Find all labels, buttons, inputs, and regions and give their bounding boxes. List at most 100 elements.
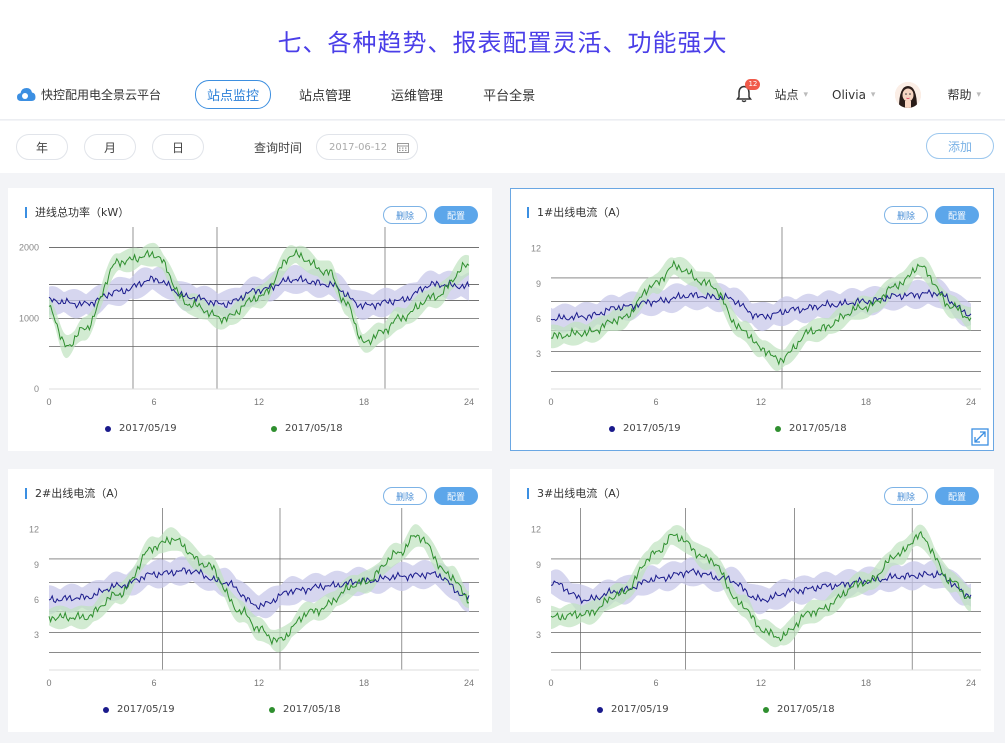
chart-plot: 3 6 9 12 0 6 12 18 24 <box>29 508 479 688</box>
avatar[interactable] <box>895 81 922 108</box>
legend-item-s2[interactable]: 2017/05/18 <box>271 423 343 434</box>
x-tick-label: 6 <box>151 678 156 688</box>
x-tick-label: 12 <box>254 397 264 407</box>
chart-card-outgoing-2: 2#出线电流（A） 删除 配置 3 6 9 12 0 6 12 18 24 2017/05/19… <box>8 469 492 732</box>
year-button[interactable]: 年 <box>16 134 68 160</box>
x-tick-label: 6 <box>151 397 156 407</box>
day-button[interactable]: 日 <box>152 134 204 160</box>
y-tick-label: 3 <box>536 349 541 359</box>
y-tick-label: 12 <box>531 525 541 535</box>
x-tick-label: 0 <box>548 397 553 407</box>
nav-item-platform-overview[interactable]: 平台全景 <box>471 80 547 109</box>
help-label: 帮助 <box>947 88 972 102</box>
legend-dot <box>597 706 603 713</box>
x-tick-label: 0 <box>46 678 51 688</box>
month-button[interactable]: 月 <box>84 134 136 160</box>
x-tick-label: 24 <box>464 397 474 407</box>
avatar-image <box>895 81 922 108</box>
legend-label: 2017/05/18 <box>283 704 341 715</box>
chevron-down-icon: ▾ <box>976 89 981 100</box>
top-navigation-bar: 快控配用电全景云平台 站点监控 站点管理 运维管理 平台全景 12 站点 ▾ O… <box>0 70 1005 120</box>
x-tick-label: 24 <box>966 397 976 407</box>
legend-item-s1[interactable]: 2017/05/19 <box>609 423 681 434</box>
legend-label: 2017/05/19 <box>117 704 175 715</box>
nav-item-site-management[interactable]: 站点管理 <box>287 80 363 109</box>
user-dropdown[interactable]: Olivia ▾ <box>832 88 875 102</box>
y-tick-label: 12 <box>531 244 541 254</box>
x-tick-label: 18 <box>359 678 369 688</box>
x-tick-label: 18 <box>861 678 871 688</box>
page-banner: 七、各种趋势、报表配置灵活、功能强大 <box>0 0 1005 80</box>
chevron-down-icon: ▾ <box>870 89 876 100</box>
header-right: 12 站点 ▾ Olivia ▾ 帮助 ▾ <box>736 78 1005 108</box>
y-tick-label: 9 <box>536 560 541 570</box>
x-tick-label: 6 <box>653 397 658 407</box>
y-tick-label: 9 <box>536 279 541 289</box>
x-tick-label: 0 <box>548 678 553 688</box>
legend-item-s2[interactable]: 2017/05/18 <box>775 423 847 434</box>
app-logo[interactable]: 快控配用电全景云平台 <box>16 86 161 104</box>
y-tick-label: 0 <box>34 384 39 394</box>
legend-item-s1[interactable]: 2017/05/19 <box>103 704 175 715</box>
legend-dot <box>269 706 275 713</box>
legend-item-s2[interactable]: 2017/05/18 <box>269 704 341 715</box>
y-tick-label: 6 <box>536 595 541 605</box>
site-dropdown[interactable]: 站点 ▾ <box>774 86 808 103</box>
legend-dot <box>271 425 277 432</box>
x-tick-label: 12 <box>756 397 766 407</box>
legend-label: 2017/05/19 <box>611 704 669 715</box>
legend-dot <box>105 425 111 432</box>
x-tick-label: 24 <box>464 678 474 688</box>
main-nav: 站点监控 站点管理 运维管理 平台全景 <box>195 80 563 109</box>
nav-item-site-monitoring[interactable]: 站点监控 <box>195 80 272 109</box>
chart-plot: 3 6 9 12 0 6 12 18 24 <box>531 508 981 688</box>
notification-badge: 12 <box>745 78 761 90</box>
chart-plot: 3 6 9 12 0 6 12 18 24 <box>531 227 981 407</box>
legend-label: 2017/05/18 <box>777 704 835 715</box>
y-tick-label: 12 <box>29 525 39 535</box>
expand-icon[interactable] <box>971 428 989 446</box>
x-tick-label: 18 <box>359 397 369 407</box>
calendar-icon <box>397 143 410 153</box>
site-dropdown-label: 站点 <box>774 88 799 102</box>
y-tick-label: 2000 <box>19 243 39 253</box>
cloud-icon <box>17 87 36 101</box>
x-tick-label: 6 <box>653 678 658 688</box>
y-tick-label: 1000 <box>19 313 39 323</box>
legend-label: 2017/05/19 <box>623 423 681 434</box>
x-tick-label: 12 <box>756 678 766 688</box>
y-tick-label: 3 <box>34 630 39 640</box>
nav-item-operations[interactable]: 运维管理 <box>379 80 455 109</box>
chart-card-outgoing-1: 1#出线电流（A） 删除 配置 3 6 9 12 0 6 12 18 24 2017/05/19… <box>510 188 994 451</box>
legend-dot <box>103 706 109 713</box>
chart-card-incoming-power: 进线总功率（kW） 删除 配置 0 1000 2000 0 6 12 18 24 2017/0… <box>8 188 492 451</box>
legend-item-s2[interactable]: 2017/05/18 <box>763 704 835 715</box>
app-name: 快控配用电全景云平台 <box>41 88 162 102</box>
date-picker[interactable]: 2017-06-12 <box>316 134 419 160</box>
legend-item-s1[interactable]: 2017/05/19 <box>105 423 177 434</box>
chevron-down-icon: ▾ <box>803 89 809 100</box>
y-tick-label: 3 <box>536 630 541 640</box>
legend-item-s1[interactable]: 2017/05/19 <box>597 704 669 715</box>
chart-card-outgoing-3: 3#出线电流（A） 删除 配置 3 6 9 12 0 6 12 18 24 2017/05/19… <box>510 469 994 732</box>
x-tick-label: 24 <box>966 678 976 688</box>
y-tick-label: 6 <box>34 595 39 605</box>
legend-dot <box>763 706 769 713</box>
filter-bar: 年 月 日 查询时间 2017-06-12 添加 <box>0 121 1005 173</box>
help-dropdown[interactable]: 帮助 ▾ <box>947 86 981 103</box>
add-button[interactable]: 添加 <box>926 133 994 159</box>
legend-label: 2017/05/19 <box>119 423 177 434</box>
user-name: Olivia <box>832 87 866 102</box>
legend-label: 2017/05/18 <box>789 423 847 434</box>
legend-label: 2017/05/18 <box>285 423 343 434</box>
x-tick-label: 0 <box>46 397 51 407</box>
notification-button[interactable]: 12 <box>736 78 761 105</box>
legend-dot <box>609 425 615 432</box>
x-tick-label: 12 <box>254 678 264 688</box>
x-tick-label: 18 <box>861 397 871 407</box>
banner-title: 七、各种趋势、报表配置灵活、功能强大 <box>277 28 728 57</box>
date-value: 2017-06-12 <box>329 141 388 153</box>
y-tick-label: 9 <box>34 560 39 570</box>
y-tick-label: 6 <box>536 314 541 324</box>
chart-plot: 0 1000 2000 0 6 12 18 24 <box>19 227 479 407</box>
